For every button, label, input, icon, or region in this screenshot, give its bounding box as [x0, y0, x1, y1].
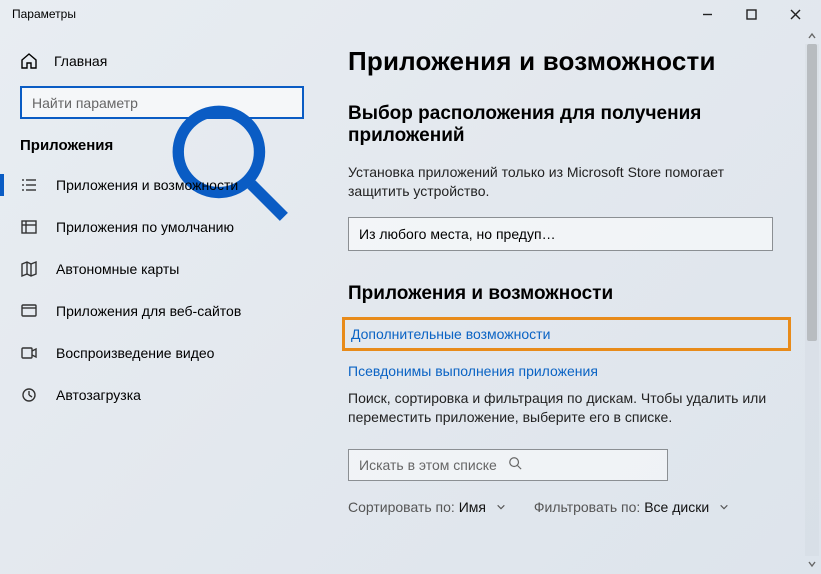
scroll-track[interactable] — [805, 44, 819, 556]
home-nav[interactable]: Главная — [0, 44, 318, 82]
sort-control[interactable]: Сортировать по: Имя — [348, 499, 506, 515]
app-aliases-link[interactable]: Псевдонимы выполнения приложения — [348, 363, 791, 379]
nav-default-apps[interactable]: Приложения по умолчанию — [0, 206, 318, 248]
search-placeholder: Найти параметр — [32, 95, 162, 111]
startup-icon — [20, 386, 38, 404]
section-apps-features: Приложения и возможности — [348, 283, 791, 305]
nav-label: Приложения и возможности — [56, 177, 238, 193]
defaults-icon — [20, 218, 38, 236]
chevron-down-icon — [562, 227, 765, 241]
main-content: Приложения и возможности Выбор расположе… — [318, 28, 821, 574]
page-title: Приложения и возможности — [348, 46, 791, 77]
video-icon — [20, 344, 38, 362]
apps-search-placeholder: Искать в этом списке — [359, 457, 508, 473]
titlebar: Параметры — [0, 0, 821, 28]
nav-website-apps[interactable]: Приложения для веб-сайтов — [0, 290, 318, 332]
map-icon — [20, 260, 38, 278]
window-title: Параметры — [12, 7, 76, 21]
vertical-scrollbar[interactable] — [805, 28, 819, 572]
settings-window: Параметры Главная Найти параметр — [0, 0, 821, 574]
website-icon — [20, 302, 38, 320]
install-source-desc: Установка приложений только из Microsoft… — [348, 163, 788, 201]
nav-video-playback[interactable]: Воспроизведение видео — [0, 332, 318, 374]
chevron-down-icon — [496, 499, 506, 515]
search-icon — [162, 95, 292, 111]
scroll-thumb[interactable] — [807, 44, 817, 341]
nav-label: Автономные карты — [56, 261, 179, 277]
nav-apps-features[interactable]: Приложения и возможности — [0, 164, 318, 206]
sidebar: Главная Найти параметр Приложения Прилож… — [0, 28, 318, 574]
nav-label: Приложения для веб-сайтов — [56, 303, 241, 319]
nav-group-title: Приложения — [0, 137, 318, 164]
install-source-select[interactable]: Из любого места, но предупреждать перед … — [348, 217, 773, 251]
search-input[interactable]: Найти параметр — [20, 86, 304, 119]
chevron-down-icon — [719, 499, 729, 515]
home-icon — [20, 52, 38, 70]
optional-features-link[interactable]: Дополнительные возможности — [342, 317, 791, 351]
nav-label: Воспроизведение видео — [56, 345, 214, 361]
section-install-source: Выбор расположения для получения приложе… — [348, 103, 791, 147]
apps-search-input[interactable]: Искать в этом списке — [348, 449, 668, 481]
minimize-button[interactable] — [685, 0, 729, 28]
home-label: Главная — [54, 53, 107, 69]
nav-label: Автозагрузка — [56, 387, 141, 403]
apps-desc: Поиск, сортировка и фильтрация по дискам… — [348, 389, 788, 427]
maximize-button[interactable] — [729, 0, 773, 28]
scroll-up-icon[interactable] — [805, 28, 819, 44]
list-icon — [20, 176, 38, 194]
nav-startup[interactable]: Автозагрузка — [0, 374, 318, 416]
nav-offline-maps[interactable]: Автономные карты — [0, 248, 318, 290]
scroll-down-icon[interactable] — [805, 556, 819, 572]
search-icon — [508, 456, 657, 473]
close-button[interactable] — [773, 0, 817, 28]
sort-filter-row: Сортировать по: Имя Фильтровать по: Все … — [348, 499, 791, 515]
install-source-value: Из любого места, но предупреждать перед … — [359, 226, 562, 242]
nav-list: Приложения и возможности Приложения по у… — [0, 164, 318, 416]
filter-control[interactable]: Фильтровать по: Все диски — [534, 499, 729, 515]
nav-label: Приложения по умолчанию — [56, 219, 234, 235]
